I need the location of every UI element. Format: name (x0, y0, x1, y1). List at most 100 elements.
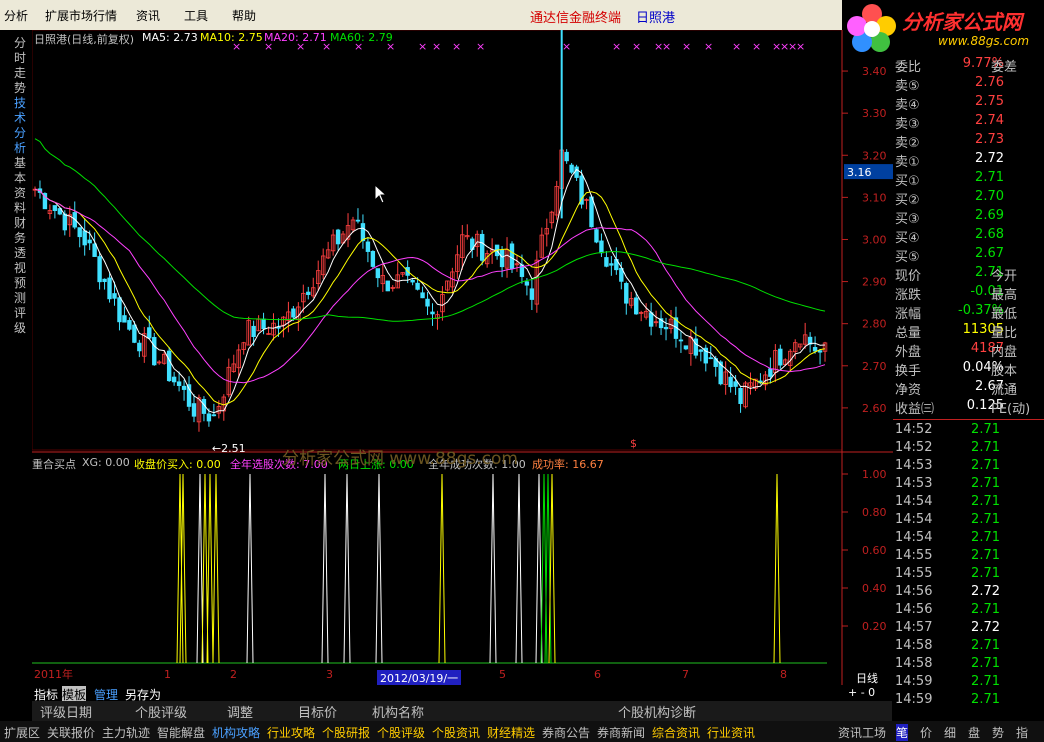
bottom-tab-5[interactable]: 行业攻略 (267, 724, 315, 741)
tick-price: 2.71 (971, 548, 1000, 563)
chart-area[interactable]: 3.40 3.30 3.20 3.10 3.00 2.90 2.80 2.70 2.60 3.16… (31, 19, 894, 699)
tick-time: 14:54 (895, 494, 933, 509)
quote-label: 委比 (895, 60, 922, 75)
bottom-tab-6[interactable]: 个股研报 (322, 724, 370, 741)
quote-row: 买⑤ 2.67 (893, 246, 1044, 265)
x-axis-label: 1 (164, 668, 171, 681)
rating-header: 评级日期 个股评级 调整 目标价 机构名称 个股机构诊断 (32, 701, 892, 721)
col-stock-rating: 个股评级 (135, 706, 188, 721)
right-tab-0[interactable]: 资讯工场 (838, 724, 886, 741)
right-tab-3[interactable]: 细 (944, 724, 956, 741)
candle-body (574, 166, 579, 178)
quote-row: 涨幅 -0.37% 最低 (893, 303, 1044, 322)
tick-row: 14:55 2.71 (893, 566, 1044, 584)
signal-marker: × (612, 40, 621, 53)
bottom-tab-13[interactable]: 行业资讯 (707, 724, 755, 741)
candle-body (728, 376, 733, 388)
tick-row: 14:52 2.71 (893, 422, 1044, 440)
quote-label: 卖④ (895, 98, 920, 113)
candle-body (509, 243, 515, 270)
bottom-tab-10[interactable]: 券商公告 (542, 724, 590, 741)
y-tick-label: 2.80 (862, 318, 887, 331)
tab-technical[interactable]: 技术分析 (14, 96, 28, 156)
bottom-tab-2[interactable]: 主力轨迹 (102, 724, 150, 741)
kline-chart[interactable]: 3.40 3.30 3.20 3.10 3.00 2.90 2.80 2.70 2.60 3.16… (31, 19, 894, 685)
quote-label: 买③ (895, 212, 920, 227)
candle-body (678, 339, 684, 342)
candle-body (166, 350, 172, 382)
x-axis-label: 5 (499, 668, 506, 681)
tab-forecast[interactable]: 预测评级 (14, 276, 28, 336)
candle-body (181, 385, 187, 390)
menu-tools[interactable]: 工具 (184, 7, 208, 24)
x-axis-label: 2 (230, 668, 237, 681)
candle-body (62, 213, 68, 231)
menu-help[interactable]: 帮助 (232, 7, 256, 24)
quote-panel: 委比 9.77% 委差 卖⑤ 2.76 卖④ 2.75 卖③ 2.74 卖② 2.73 卖① 2.72 买… (893, 56, 1044, 742)
tick-price: 2.71 (971, 602, 1000, 617)
candle-body (604, 257, 609, 267)
candle-body (768, 368, 773, 377)
bottom-tab-11[interactable]: 券商新闻 (597, 724, 645, 741)
candle-body (663, 326, 669, 330)
bottom-tab-4[interactable]: 机构攻略 (212, 724, 260, 741)
signal-spike (489, 473, 497, 664)
candle-body (92, 243, 97, 257)
candle-body (211, 414, 217, 417)
bottom-tab-7[interactable]: 个股评级 (377, 724, 425, 741)
candle-body (107, 277, 112, 300)
right-tab-5[interactable]: 势 (992, 724, 1004, 741)
bottom-tab-9[interactable]: 财经精选 (487, 724, 535, 741)
tick-price: 2.72 (971, 620, 1000, 635)
menu-news[interactable]: 资讯 (136, 7, 160, 24)
col-adjust: 调整 (227, 706, 254, 721)
quote-label-2: 内盘 (991, 345, 1018, 360)
right-tab-1[interactable]: 笔 (896, 724, 909, 741)
tab-basic-info[interactable]: 基本资料 (14, 156, 28, 216)
quote-row: 总量 11305 量比 (893, 322, 1044, 341)
signal-marker: × (732, 40, 741, 53)
quote-label-2: 量比 (991, 326, 1018, 341)
quote-row: 买④ 2.68 (893, 227, 1044, 246)
quote-label: 收益㈢ (895, 402, 935, 417)
quote-label-2: 股本 (991, 364, 1018, 379)
zoom-controls[interactable]: + - 0 (848, 686, 875, 699)
right-tab-6[interactable]: 指 (1016, 724, 1028, 741)
tab-intraday[interactable]: 分时走势 (14, 36, 28, 96)
stock-name: 日照港 (636, 11, 676, 26)
quote-row: 委比 9.77% 委差 (893, 56, 1044, 75)
quote-value: 2.68 (975, 227, 1004, 242)
tick-row: 14:58 2.71 (893, 656, 1044, 674)
tick-row: 14:58 2.71 (893, 638, 1044, 656)
quote-value: 2.69 (975, 208, 1004, 223)
signal-marker: × (562, 40, 571, 53)
bottom-tab-1[interactable]: 关联报价 (47, 724, 95, 741)
candle-body (648, 312, 654, 327)
period-label[interactable]: 日线 (856, 670, 878, 686)
candle-body (385, 280, 390, 292)
signal-spike (773, 473, 781, 664)
tick-row: 14:52 2.71 (893, 440, 1044, 458)
signal-spike (438, 473, 446, 664)
right-tab-2[interactable]: 价 (920, 724, 932, 741)
candle-body (733, 381, 738, 387)
candle-body (479, 233, 485, 261)
bottom-tab-0[interactable]: 扩展区 (4, 724, 40, 741)
menu-extended-market[interactable]: 扩展市场行情 (45, 7, 117, 24)
bottom-tab-12[interactable]: 综合资讯 (652, 724, 700, 741)
candle-body (152, 337, 157, 366)
bottom-tab-3[interactable]: 智能解盘 (157, 724, 205, 741)
bottom-tabs: 扩展区 关联报价 主力轨迹 智能解盘 机构攻略 行业攻略 个股研报 个股评级 个股资讯 财经精选券… (0, 721, 1044, 742)
tab-finance[interactable]: 财务透视 (14, 216, 28, 276)
bottom-tab-8[interactable]: 个股资讯 (432, 724, 480, 741)
quote-row: 买② 2.70 (893, 189, 1044, 208)
candle-body (599, 240, 604, 254)
quote-label: 卖① (895, 155, 920, 170)
ind-y-tick-label: 0.40 (862, 582, 887, 595)
menu-analysis[interactable]: 分析 (4, 7, 28, 24)
tick-price: 2.71 (971, 566, 1000, 581)
tick-row: 14:56 2.72 (893, 584, 1044, 602)
signal-marker: × (752, 40, 761, 53)
right-tab-4[interactable]: 盘 (968, 724, 980, 741)
tick-time: 14:52 (895, 422, 933, 437)
